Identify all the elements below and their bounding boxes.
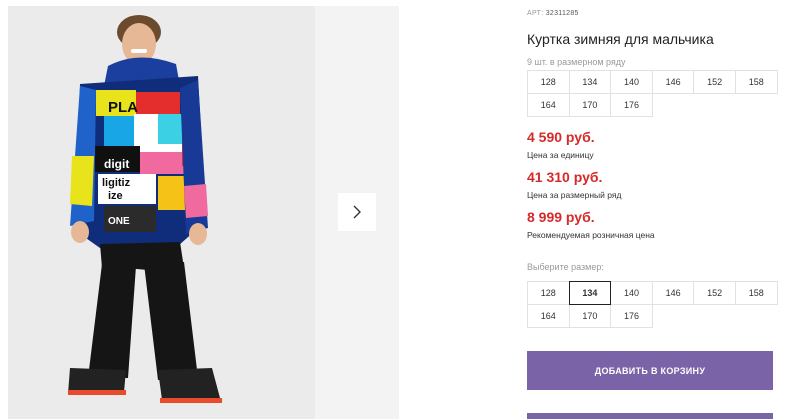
- pack-size-cell: 128: [527, 70, 570, 94]
- sku-number: 32311285: [545, 10, 579, 17]
- pack-size-cell: 140: [610, 70, 653, 94]
- jacket-print: ONE: [108, 216, 130, 227]
- size-option[interactable]: 164: [527, 304, 570, 328]
- pack-price-label: Цена за размерный ряд: [527, 190, 622, 200]
- size-option[interactable]: 158: [734, 281, 778, 305]
- pack-size-cell: 164: [527, 93, 570, 117]
- size-picker-label: Выберите размер:: [527, 262, 604, 272]
- size-option[interactable]: 152: [693, 281, 736, 305]
- add-to-cart-button[interactable]: ДОБАВИТЬ В КОРЗИНУ: [527, 351, 773, 390]
- jacket-print: ligitiz: [102, 177, 131, 189]
- pack-size-cell: 170: [568, 93, 612, 117]
- product-photo: PLA digit ligitiz ize ONE: [8, 6, 315, 419]
- jacket-print: digit: [104, 157, 129, 171]
- pack-size-cell: 158: [734, 70, 778, 94]
- unit-price-label: Цена за единицу: [527, 150, 594, 160]
- secondary-button[interactable]: [527, 413, 773, 419]
- size-option-selected[interactable]: 134: [568, 281, 612, 305]
- unit-price: 4 590 руб.: [527, 129, 595, 145]
- pack-size-cell: 134: [568, 70, 612, 94]
- pack-note: 9 шт. в размерном ряду: [527, 57, 626, 67]
- size-option[interactable]: 128: [527, 281, 570, 305]
- next-image-button[interactable]: [338, 193, 376, 231]
- size-option[interactable]: 146: [651, 281, 695, 305]
- pack-price: 41 310 руб.: [527, 169, 603, 185]
- sku: АРТ: 32311285: [527, 10, 579, 17]
- pack-size-cell: 152: [693, 70, 736, 94]
- size-picker: 128 134 140 146 152 158 164 170 176: [527, 281, 778, 328]
- retail-price-label: Рекомендуемая розничная цена: [527, 230, 655, 240]
- pack-size-cell: 176: [610, 93, 653, 117]
- size-option[interactable]: 176: [610, 304, 653, 328]
- product-title: Куртка зимняя для мальчика: [527, 31, 714, 47]
- pack-size-grid: 128 134 140 146 152 158 164 170 176: [527, 70, 778, 117]
- chevron-right-icon: [353, 205, 361, 219]
- size-option[interactable]: 170: [568, 304, 612, 328]
- product-image: PLA digit ligitiz ize ONE: [8, 6, 315, 419]
- retail-price: 8 999 руб.: [527, 209, 595, 225]
- sku-label: АРТ:: [527, 10, 544, 17]
- jacket-print: ize: [108, 190, 123, 202]
- jacket-print: PLA: [108, 99, 138, 116]
- pack-size-cell: 146: [651, 70, 695, 94]
- size-option[interactable]: 140: [610, 281, 653, 305]
